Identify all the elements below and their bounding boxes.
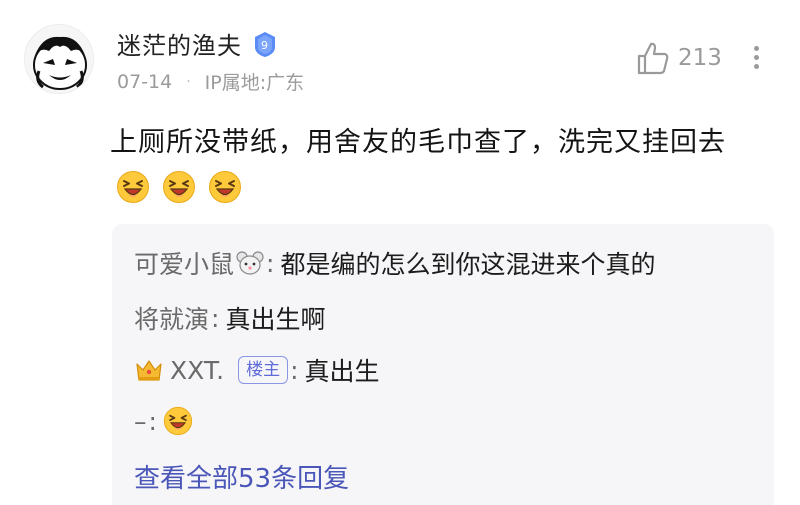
laughing-emoji-icon [163, 406, 193, 436]
crown-icon [134, 356, 164, 384]
more-options-button[interactable] [748, 42, 764, 74]
post-date: 07-14 [117, 70, 173, 93]
laughing-emoji-icon [208, 170, 242, 204]
host-tag: 楼主 [238, 356, 289, 384]
rat-face-icon [236, 250, 264, 276]
laughing-emoji-icon [116, 170, 150, 204]
reply-item[interactable]: XXT. 楼主 : 真出生 [134, 352, 380, 388]
reply-item[interactable]: 将就演 : 真出生啊 [134, 300, 325, 336]
reply-item[interactable]: – : [134, 406, 193, 436]
reply-author[interactable]: 可爱小鼠 [134, 245, 234, 281]
level-badge-icon: 9 [250, 29, 280, 59]
reply-author[interactable]: 将就演 [134, 300, 209, 336]
meta-separator: · [186, 73, 191, 90]
avatar-meme-face-icon [25, 25, 93, 93]
reply-text: 真出生啊 [225, 305, 326, 334]
ip-location: IP属地:广东 [204, 72, 305, 94]
view-all-replies-link[interactable]: 查看全部53条回复 [134, 458, 349, 495]
post-text: 上厕所没带纸，用舍友的毛巾查了，洗完又挂回去 [110, 127, 726, 158]
reply-item[interactable]: 可爱小鼠 : 都是编的怎么到你这混进来个真的 [134, 245, 655, 281]
post-emoji-row [116, 170, 242, 204]
reply-author[interactable]: – [134, 407, 147, 436]
post-meta: 07-14 · IP属地:广东 [117, 68, 304, 95]
reply-text: 都是编的怎么到你这混进来个真的 [280, 250, 656, 279]
reply-text: 真出生 [304, 357, 380, 386]
username-row: 迷茫的渔夫 9 [117, 26, 280, 61]
like-count: 213 [678, 45, 722, 71]
thumbs-up-icon [637, 42, 669, 75]
like-button[interactable]: 213 [636, 40, 722, 76]
reply-author[interactable]: XXT. [170, 356, 224, 385]
laughing-emoji-icon [162, 170, 196, 204]
avatar[interactable] [24, 24, 94, 94]
username[interactable]: 迷茫的渔夫 [117, 26, 242, 61]
svg-text:9: 9 [261, 39, 269, 52]
more-vertical-icon [753, 46, 759, 51]
